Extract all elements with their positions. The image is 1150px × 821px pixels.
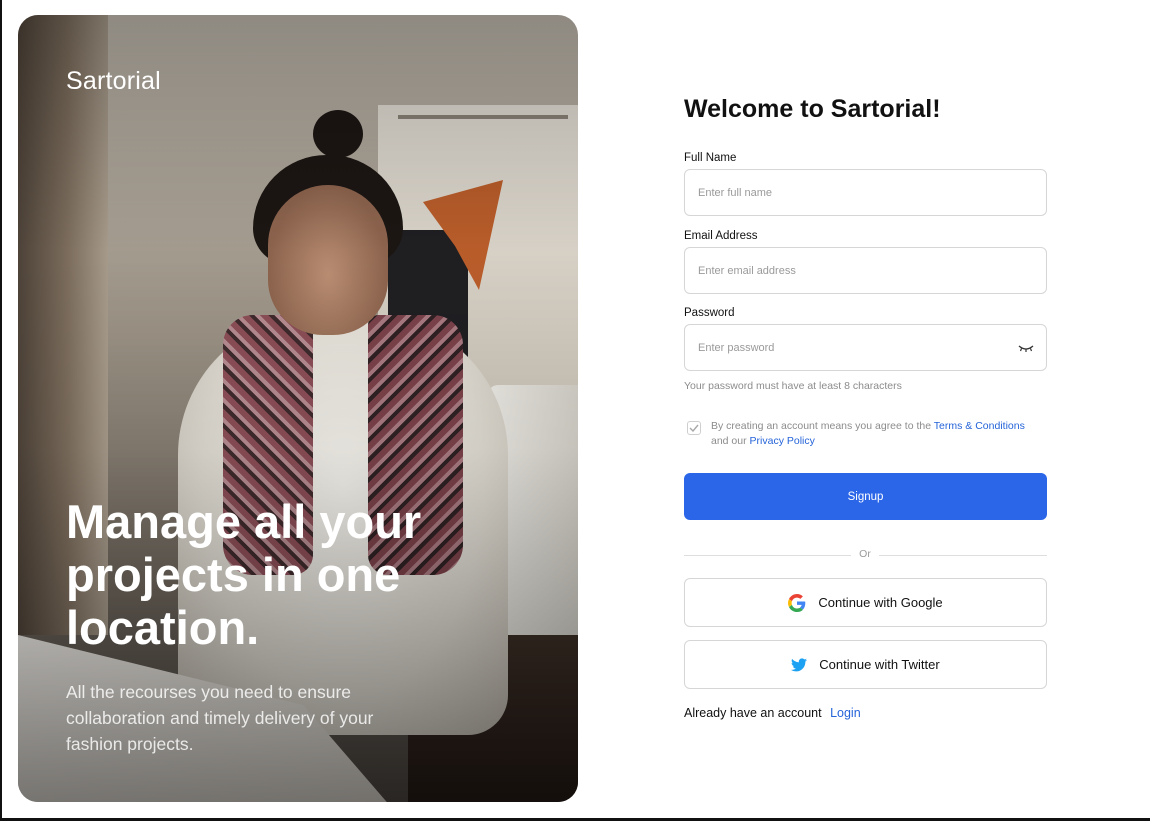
terms-text: By creating an account means you agree t… [711,419,1051,449]
terms-prefix: By creating an account means you agree t… [711,420,932,432]
signup-form: Welcome to Sartorial! Full Name Email Ad… [684,0,1048,821]
divider-line-left [684,555,851,556]
password-input[interactable] [684,324,1047,371]
login-prompt-row: Already have an account Login [684,706,861,720]
google-signin-button[interactable]: Continue with Google [684,578,1047,627]
google-button-label: Continue with Google [818,595,943,610]
page-title: Welcome to Sartorial! [684,95,941,123]
brand-logo: Sartorial [66,67,161,95]
login-prompt: Already have an account [684,706,822,720]
login-link[interactable]: Login [830,706,861,720]
terms-checkbox[interactable] [687,421,701,435]
password-label: Password [684,307,735,319]
terms-middle: and our [711,435,747,447]
signup-button[interactable]: Signup [684,473,1047,520]
hero-subtext: All the recourses you need to ensure col… [66,682,374,754]
password-hint: Your password must have at least 8 chara… [684,380,902,392]
divider-or: Or [859,548,871,560]
full-name-label: Full Name [684,152,737,164]
privacy-policy-link[interactable]: Privacy Policy [750,435,815,447]
divider-line-right [879,555,1047,556]
twitter-signin-button[interactable]: Continue with Twitter [684,640,1047,689]
email-input[interactable] [684,247,1047,294]
google-icon [788,593,806,612]
twitter-icon [791,657,808,671]
hero-panel: Sartorial Manage all your projects in on… [18,15,578,802]
hero-headline: Manage all your projects in one location… [66,495,422,654]
twitter-button-label: Continue with Twitter [819,657,940,672]
terms-conditions-link[interactable]: Terms & Conditions [934,420,1025,432]
eye-closed-icon[interactable] [1017,341,1035,355]
full-name-input[interactable] [684,169,1047,216]
email-label: Email Address [684,230,758,242]
checkmark-icon [689,424,699,432]
